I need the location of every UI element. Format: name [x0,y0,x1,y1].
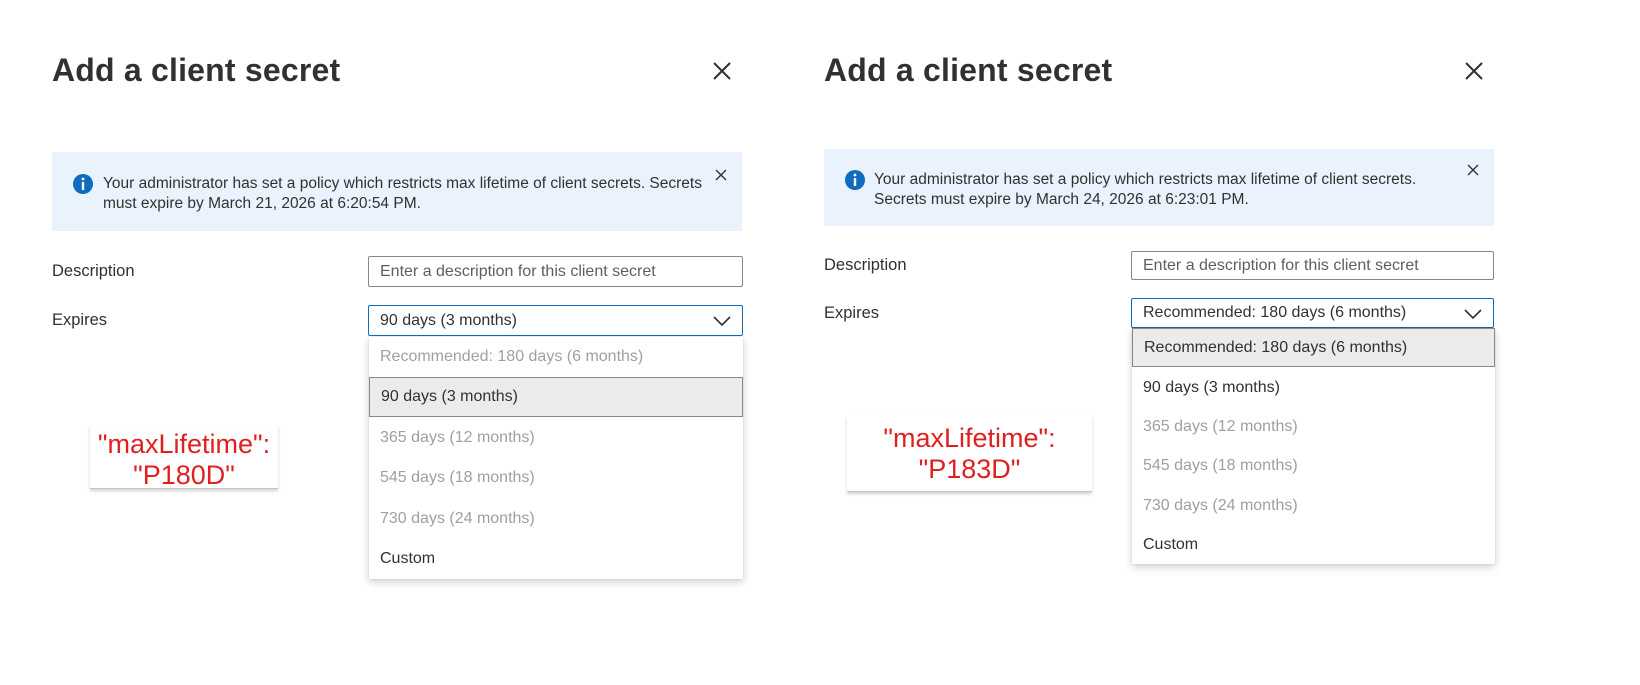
annotation-line-1: "maxLifetime": [97,429,271,459]
dialog-title: Add a client secret [52,52,341,88]
policy-banner: Your administrator has set a policy whic… [824,149,1494,226]
info-icon [844,169,866,191]
banner-message: Your administrator has set a policy whic… [874,171,1417,208]
option-730-days: 730 days (24 months) [1143,496,1298,514]
policy-banner: Your administrator has set a policy whic… [52,152,742,231]
expires-dropdown[interactable]: Recommended: 180 days (6 months) [1131,298,1494,328]
option-545-days: 545 days (18 months) [1143,456,1298,474]
right-dialog-panel: Add a client secret Your administrator h… [810,0,1600,685]
expires-dropdown[interactable]: 90 days (3 months) [368,305,743,336]
option-recommended-180: Recommended: 180 days (6 months) [380,348,644,365]
annotation-callout: "maxLifetime": "P183D" [847,416,1092,492]
dismiss-icon[interactable] [714,168,728,182]
description-input[interactable] [368,256,743,287]
annotation-callout: "maxLifetime": "P180D" [90,425,278,490]
expires-options-list: Recommended: 180 days (6 months) 90 days… [1132,328,1495,564]
chevron-down-icon [712,313,732,329]
expires-options-list: Recommended: 180 days (6 months) 90 days… [369,337,743,579]
dialog-title: Add a client secret [824,52,1113,88]
dismiss-icon[interactable] [1466,163,1480,177]
description-input[interactable] [1131,251,1494,280]
annotation-line-2: "P183D" [918,454,1021,484]
option-custom[interactable]: Custom [369,539,743,579]
option-545-days: 545 days (18 months) [380,469,535,486]
option-365-days: 365 days (12 months) [380,429,535,446]
annotation-line-2: "P180D" [133,460,235,490]
left-dialog-panel: Add a client secret Your administrator h… [0,0,790,685]
expires-selected-value: 90 days (3 months) [380,312,517,329]
chevron-down-icon [1463,306,1483,322]
expires-selected-value: Recommended: 180 days (6 months) [1143,304,1407,321]
expires-label: Expires [52,311,108,329]
option-custom[interactable]: Custom [1132,525,1495,564]
option-90-days[interactable]: 90 days (3 months) [1132,368,1495,407]
banner-message: Your administrator has set a policy whic… [103,175,702,212]
close-icon[interactable] [708,57,736,85]
annotation-line-1: "maxLifetime": [883,423,1056,453]
info-icon [72,173,94,195]
expires-label: Expires [824,304,880,322]
option-730-days: 730 days (24 months) [380,510,535,527]
option-recommended-180[interactable]: Recommended: 180 days (6 months) [1132,328,1495,367]
description-label: Description [52,262,135,280]
option-90-days[interactable]: 90 days (3 months) [369,377,743,417]
option-365-days: 365 days (12 months) [1143,417,1298,435]
description-label: Description [824,256,907,274]
close-icon[interactable] [1460,57,1488,85]
